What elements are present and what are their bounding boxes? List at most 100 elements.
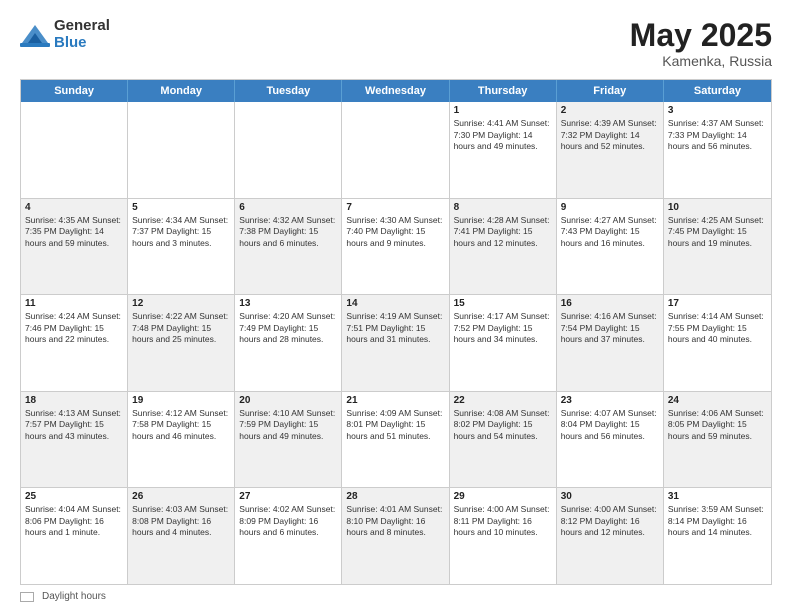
cell-text: Sunrise: 4:14 AM Sunset: 7:55 PM Dayligh… <box>668 311 767 345</box>
page: General Blue May 2025 Kamenka, Russia Su… <box>0 0 792 612</box>
weekday-header-tuesday: Tuesday <box>235 80 342 102</box>
calendar-cell: 6 Sunrise: 4:32 AM Sunset: 7:38 PM Daylig… <box>235 199 342 295</box>
calendar-cell: 1 Sunrise: 4:41 AM Sunset: 7:30 PM Daylig… <box>450 102 557 198</box>
calendar-cell: 18 Sunrise: 4:13 AM Sunset: 7:57 PM Dayli… <box>21 392 128 488</box>
calendar-cell: 27Sunrise: 4:02 AM Sunset: 8:09 PM Dayli… <box>235 488 342 584</box>
cell-text: Sunrise: 4:06 AM Sunset: 8:05 PM Dayligh… <box>668 408 767 442</box>
cell-text: Sunrise: 4:27 AM Sunset: 7:43 PM Dayligh… <box>561 215 659 249</box>
cell-text: Sunrise: 4:01 AM Sunset: 8:10 PM Dayligh… <box>346 504 444 538</box>
day-number: 28 <box>346 491 444 502</box>
calendar-cell: 7 Sunrise: 4:30 AM Sunset: 7:40 PM Daylig… <box>342 199 449 295</box>
logo-icon <box>20 21 50 49</box>
calendar-cell: 30 Sunrise: 4:00 AM Sunset: 8:12 PM Dayli… <box>557 488 664 584</box>
weekday-header-wednesday: Wednesday <box>342 80 449 102</box>
cell-text: Sunrise: 4:37 AM Sunset: 7:33 PM Dayligh… <box>668 118 767 152</box>
calendar-row-5: 25 Sunrise: 4:04 AM Sunset: 8:06 PM Dayli… <box>21 487 771 584</box>
day-number: 23 <box>561 395 659 406</box>
logo: General Blue <box>20 18 110 51</box>
calendar-cell: 4 Sunrise: 4:35 AM Sunset: 7:35 PM Daylig… <box>21 199 128 295</box>
day-number: 8 <box>454 202 552 213</box>
calendar-row-3: 11Sunrise: 4:24 AM Sunset: 7:46 PM Dayli… <box>21 294 771 391</box>
cell-text: Sunrise: 4:41 AM Sunset: 7:30 PM Dayligh… <box>454 118 552 152</box>
cell-text: Sunrise: 4:25 AM Sunset: 7:45 PM Dayligh… <box>668 215 767 249</box>
day-number: 6 <box>239 202 337 213</box>
cell-text: Sunrise: 4:16 AM Sunset: 7:54 PM Dayligh… <box>561 311 659 345</box>
cell-text: Sunrise: 4:00 AM Sunset: 8:12 PM Dayligh… <box>561 504 659 538</box>
calendar-cell <box>342 102 449 198</box>
calendar-cell: 9Sunrise: 4:27 AM Sunset: 7:43 PM Daylig… <box>557 199 664 295</box>
day-number: 29 <box>454 491 552 502</box>
weekday-header-monday: Monday <box>128 80 235 102</box>
calendar-cell: 3 Sunrise: 4:37 AM Sunset: 7:33 PM Daylig… <box>664 102 771 198</box>
cell-text: Sunrise: 4:20 AM Sunset: 7:49 PM Dayligh… <box>239 311 337 345</box>
day-number: 24 <box>668 395 767 406</box>
cell-text: Sunrise: 3:59 AM Sunset: 8:14 PM Dayligh… <box>668 504 767 538</box>
calendar-row-4: 18 Sunrise: 4:13 AM Sunset: 7:57 PM Dayli… <box>21 391 771 488</box>
calendar-cell: 12Sunrise: 4:22 AM Sunset: 7:48 PM Dayli… <box>128 295 235 391</box>
calendar-cell: 28 Sunrise: 4:01 AM Sunset: 8:10 PM Dayli… <box>342 488 449 584</box>
calendar-cell <box>21 102 128 198</box>
calendar-cell: 24 Sunrise: 4:06 AM Sunset: 8:05 PM Dayli… <box>664 392 771 488</box>
logo-blue: Blue <box>54 35 110 52</box>
cell-text: Sunrise: 4:34 AM Sunset: 7:37 PM Dayligh… <box>132 215 230 249</box>
calendar-cell: 22Sunrise: 4:08 AM Sunset: 8:02 PM Dayli… <box>450 392 557 488</box>
day-number: 22 <box>454 395 552 406</box>
cell-text: Sunrise: 4:32 AM Sunset: 7:38 PM Dayligh… <box>239 215 337 249</box>
cell-text: Sunrise: 4:17 AM Sunset: 7:52 PM Dayligh… <box>454 311 552 345</box>
cell-text: Sunrise: 4:09 AM Sunset: 8:01 PM Dayligh… <box>346 408 444 442</box>
calendar-cell: 14Sunrise: 4:19 AM Sunset: 7:51 PM Dayli… <box>342 295 449 391</box>
calendar-cell: 11Sunrise: 4:24 AM Sunset: 7:46 PM Dayli… <box>21 295 128 391</box>
day-number: 4 <box>25 202 123 213</box>
cell-text: Sunrise: 4:04 AM Sunset: 8:06 PM Dayligh… <box>25 504 123 538</box>
calendar-cell: 31Sunrise: 3:59 AM Sunset: 8:14 PM Dayli… <box>664 488 771 584</box>
calendar-cell: 20Sunrise: 4:10 AM Sunset: 7:59 PM Dayli… <box>235 392 342 488</box>
calendar-cell: 16Sunrise: 4:16 AM Sunset: 7:54 PM Dayli… <box>557 295 664 391</box>
page-title: May 2025 <box>630 18 772 53</box>
day-number: 27 <box>239 491 337 502</box>
calendar-row-1: 1 Sunrise: 4:41 AM Sunset: 7:30 PM Daylig… <box>21 102 771 198</box>
calendar-cell: 5 Sunrise: 4:34 AM Sunset: 7:37 PM Daylig… <box>128 199 235 295</box>
cell-text: Sunrise: 4:12 AM Sunset: 7:58 PM Dayligh… <box>132 408 230 442</box>
calendar: SundayMondayTuesdayWednesdayThursdayFrid… <box>20 79 772 585</box>
logo-text: General Blue <box>54 18 110 51</box>
calendar-cell: 2 Sunrise: 4:39 AM Sunset: 7:32 PM Daylig… <box>557 102 664 198</box>
day-number: 15 <box>454 298 552 309</box>
logo-general: General <box>54 18 110 35</box>
day-number: 21 <box>346 395 444 406</box>
day-number: 11 <box>25 298 123 309</box>
day-number: 2 <box>561 105 659 116</box>
day-number: 7 <box>346 202 444 213</box>
header: General Blue May 2025 Kamenka, Russia <box>20 18 772 69</box>
day-number: 13 <box>239 298 337 309</box>
calendar-cell: 26Sunrise: 4:03 AM Sunset: 8:08 PM Dayli… <box>128 488 235 584</box>
cell-text: Sunrise: 4:13 AM Sunset: 7:57 PM Dayligh… <box>25 408 123 442</box>
cell-text: Sunrise: 4:35 AM Sunset: 7:35 PM Dayligh… <box>25 215 123 249</box>
cell-text: Sunrise: 4:30 AM Sunset: 7:40 PM Dayligh… <box>346 215 444 249</box>
cell-text: Sunrise: 4:39 AM Sunset: 7:32 PM Dayligh… <box>561 118 659 152</box>
calendar-cell: 8 Sunrise: 4:28 AM Sunset: 7:41 PM Daylig… <box>450 199 557 295</box>
calendar-cell: 21 Sunrise: 4:09 AM Sunset: 8:01 PM Dayli… <box>342 392 449 488</box>
calendar-header: SundayMondayTuesdayWednesdayThursdayFrid… <box>21 80 771 102</box>
cell-text: Sunrise: 4:03 AM Sunset: 8:08 PM Dayligh… <box>132 504 230 538</box>
calendar-cell <box>235 102 342 198</box>
day-number: 10 <box>668 202 767 213</box>
calendar-cell: 29 Sunrise: 4:00 AM Sunset: 8:11 PM Dayli… <box>450 488 557 584</box>
day-number: 18 <box>25 395 123 406</box>
calendar-row-2: 4 Sunrise: 4:35 AM Sunset: 7:35 PM Daylig… <box>21 198 771 295</box>
weekday-header-saturday: Saturday <box>664 80 771 102</box>
cell-text: Sunrise: 4:00 AM Sunset: 8:11 PM Dayligh… <box>454 504 552 538</box>
calendar-cell: 15 Sunrise: 4:17 AM Sunset: 7:52 PM Dayli… <box>450 295 557 391</box>
day-number: 30 <box>561 491 659 502</box>
day-number: 12 <box>132 298 230 309</box>
calendar-cell: 13 Sunrise: 4:20 AM Sunset: 7:49 PM Dayli… <box>235 295 342 391</box>
calendar-cell: 23Sunrise: 4:07 AM Sunset: 8:04 PM Dayli… <box>557 392 664 488</box>
day-number: 1 <box>454 105 552 116</box>
daylight-label: Daylight hours <box>42 591 106 602</box>
day-number: 25 <box>25 491 123 502</box>
day-number: 5 <box>132 202 230 213</box>
day-number: 3 <box>668 105 767 116</box>
day-number: 14 <box>346 298 444 309</box>
cell-text: Sunrise: 4:28 AM Sunset: 7:41 PM Dayligh… <box>454 215 552 249</box>
calendar-cell: 25 Sunrise: 4:04 AM Sunset: 8:06 PM Dayli… <box>21 488 128 584</box>
calendar-cell: 10 Sunrise: 4:25 AM Sunset: 7:45 PM Dayli… <box>664 199 771 295</box>
